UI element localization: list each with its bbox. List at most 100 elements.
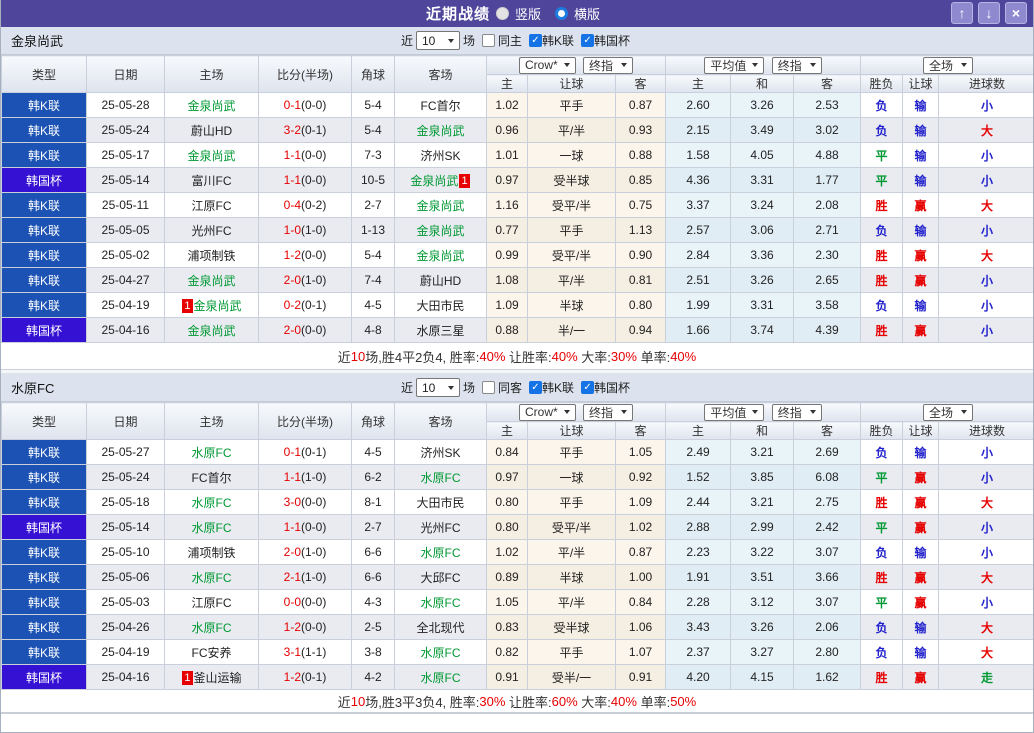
match-row: 韩K联 25-05-18 水原FC 3-0(0-0) 8-1 大田市民 0.80 平手 1.09… (1, 489, 1033, 515)
result-wdl-cell: 胜 (860, 564, 904, 590)
games-count-select[interactable]: 10 (415, 31, 460, 50)
fullmatch-select[interactable]: 全场 (923, 56, 974, 74)
avg-home-cell: 1.58 (665, 142, 731, 168)
home-team-cell: 水原FC (164, 514, 259, 540)
result-wdl-cell: 胜 (860, 489, 904, 515)
avg-home-cell: 2.57 (665, 217, 731, 243)
away-team-cell: 大田市民 (394, 292, 487, 318)
match-row: 韩K联 25-05-24 FC首尔 1-1(1-0) 6-2 水原FC 0.97 一球 0.92… (1, 464, 1033, 490)
result-goals-cell: 小 (938, 267, 1033, 293)
corner-cell: 5-4 (351, 92, 395, 118)
move-down-button[interactable]: ↓ (978, 2, 1000, 24)
col-avg-away: 客 (792, 421, 862, 440)
home-team-cell: 浦项制铁 (164, 539, 259, 565)
odds-home-cell: 0.91 (486, 664, 528, 690)
match-row: 韩K联 25-05-03 江原FC 0-0(0-0) 4-3 水原FC 1.05 平/半 0.8… (1, 589, 1033, 615)
koreacup-checkbox[interactable]: ✓ 韩国杯 (577, 32, 630, 49)
odds-handicap-cell: 平手 (527, 639, 616, 665)
final-odds-select[interactable]: 终指 (583, 56, 633, 74)
avg-home-cell: 2.84 (665, 242, 731, 268)
league-cell: 韩国杯 (1, 317, 87, 343)
summary-segment: 让胜率: (505, 694, 552, 710)
summary-segment: 单率: (636, 694, 671, 710)
bookmaker-select[interactable]: Crow* (518, 403, 576, 421)
home-team-cell: 1 釜山运输 (164, 664, 259, 690)
close-button[interactable]: × (1005, 2, 1027, 24)
score-cell: 2-1(1-0) (258, 564, 352, 590)
koreacup-checkbox[interactable]: ✓ 韩国杯 (577, 379, 630, 396)
checkbox-checked-icon: ✓ (581, 34, 595, 47)
fullmatch-group-header: 全场 (860, 55, 1033, 75)
avg-away-cell: 3.66 (792, 564, 862, 590)
date-cell: 25-05-17 (86, 142, 165, 168)
result-goals-cell: 小 (938, 514, 1033, 540)
vertical-layout-radio[interactable] (495, 7, 509, 20)
odds-away-cell: 0.84 (615, 589, 666, 615)
score-cell: 3-2(0-1) (258, 117, 352, 143)
odds-away-cell: 0.92 (615, 464, 666, 490)
summary-segment: 场,胜3平3负4, 胜率: (365, 694, 480, 710)
avg-away-cell: 2.08 (792, 192, 862, 218)
odds-handicap-cell: 平/半 (527, 267, 616, 293)
same-away-checkbox[interactable]: 同客 (478, 379, 522, 396)
score-cell: 2-0(1-0) (258, 267, 352, 293)
final-odds-select[interactable]: 终指 (583, 403, 633, 421)
kleague-checkbox[interactable]: ✓ 韩K联 (525, 379, 574, 396)
corner-cell: 4-8 (351, 317, 395, 343)
result-goals-cell: 小 (938, 92, 1033, 118)
result-wdl-cell: 平 (860, 514, 904, 540)
games-count-select[interactable]: 10 (415, 378, 460, 397)
col-type: 类型 (1, 402, 87, 440)
home-team-cell: 浦项制铁 (164, 242, 259, 268)
odds-home-cell: 0.89 (486, 564, 528, 590)
match-row: 韩K联 25-05-24 蔚山HD 3-2(0-1) 5-4 金泉尚武 0.96 平/半 0.9… (1, 117, 1033, 143)
league-cell: 韩K联 (1, 539, 87, 565)
league-cell: 韩国杯 (1, 664, 87, 690)
average-select[interactable]: 平均值 (704, 56, 765, 74)
red-card-badge: 1 (182, 299, 193, 314)
summary-segment: 近 (337, 694, 351, 710)
final-average-select[interactable]: 终指 (771, 403, 822, 421)
odds-away-cell: 0.87 (615, 539, 666, 565)
avg-draw-cell: 3.27 (730, 639, 794, 665)
odds-handicap-cell: 受平/半 (527, 514, 616, 540)
average-select[interactable]: 平均值 (704, 403, 765, 421)
avg-home-cell: 4.20 (665, 664, 731, 690)
same-home-checkbox[interactable]: 同主 (478, 32, 522, 49)
date-cell: 25-04-16 (86, 317, 165, 343)
odds-handicap-cell: 平/半 (527, 539, 616, 565)
result-wdl-cell: 负 (860, 292, 904, 318)
league-cell: 韩K联 (1, 464, 87, 490)
odds-home-cell: 0.97 (486, 464, 528, 490)
odds-group-header: Crow* 终指 (486, 402, 666, 422)
date-cell: 25-05-27 (86, 439, 165, 465)
corner-cell: 4-2 (351, 664, 395, 690)
kleague-checkbox[interactable]: ✓ 韩K联 (525, 32, 574, 49)
result-wdl-cell: 平 (860, 142, 904, 168)
chevron-down-icon (563, 63, 570, 67)
fullmatch-select[interactable]: 全场 (923, 403, 974, 421)
corner-cell: 7-3 (351, 142, 395, 168)
bookmaker-select[interactable]: Crow* (518, 56, 576, 74)
odds-home-cell: 0.80 (486, 514, 528, 540)
avg-draw-cell: 3.51 (730, 564, 794, 590)
match-row: 韩K联 25-04-27 金泉尚武 2-0(1-0) 7-4 蔚山HD 1.08 平/半 0.8… (1, 267, 1033, 293)
avg-away-cell: 4.88 (792, 142, 862, 168)
horizontal-layout-radio[interactable] (555, 7, 568, 20)
final-average-select[interactable]: 终指 (771, 56, 822, 74)
match-row: 韩K联 25-05-05 光州FC 1-0(1-0) 1-13 金泉尚武 0.77 平手 1.1… (1, 217, 1033, 243)
col-away: 客场 (394, 55, 487, 93)
move-up-button[interactable]: ↑ (951, 2, 973, 24)
chevron-down-icon (563, 410, 570, 414)
summary-segment: 30% (479, 693, 506, 709)
vertical-layout-label: 竖版 (514, 7, 541, 22)
odds-away-cell: 0.81 (615, 267, 666, 293)
result-wdl-cell: 平 (860, 589, 904, 615)
odds-away-cell: 1.05 (615, 439, 666, 465)
league-cell: 韩K联 (1, 439, 87, 465)
chevron-down-icon (621, 410, 627, 414)
result-goals-cell: 走 (938, 664, 1033, 690)
average-group-header: 平均值 终指 (664, 55, 862, 75)
odds-handicap-cell: 平手 (527, 217, 616, 243)
odds-home-cell: 0.96 (486, 117, 528, 143)
